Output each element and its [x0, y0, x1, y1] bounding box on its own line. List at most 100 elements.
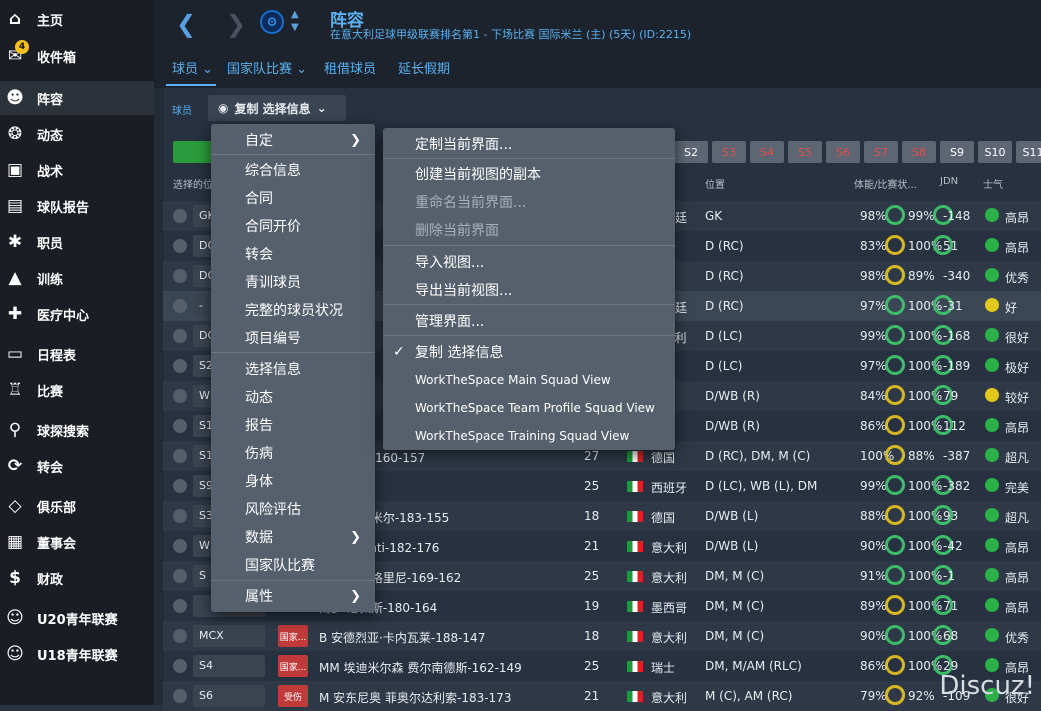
selection-pill[interactable]: S6: [826, 141, 860, 163]
column-header-selected[interactable]: 选择的位: [173, 176, 213, 196]
menu-item[interactable]: 数据 ❯: [211, 523, 375, 551]
menu-item[interactable]: ✓ 复制 选择信息: [383, 338, 675, 366]
table-row[interactable]: S6 受伤 M 安东尼奥 菲奥尔达利索-183-173 21 意大利 M (C), AM …: [163, 681, 1041, 711]
select-checkbox[interactable]: [173, 419, 187, 433]
selection-pill[interactable]: S5: [788, 141, 822, 163]
select-checkbox[interactable]: [173, 299, 187, 313]
select-checkbox[interactable]: [173, 509, 187, 523]
menu-item[interactable]: 国家队比赛: [211, 551, 375, 579]
back-arrow-icon[interactable]: ❮: [176, 10, 196, 38]
menu-item[interactable]: 报告: [211, 411, 375, 439]
home-icon: ⌂: [8, 9, 22, 29]
menu-item[interactable]: 完整的球员状况: [211, 296, 375, 324]
menu-item[interactable]: 重命名当前界面...: [383, 188, 675, 216]
menu-item[interactable]: 管理界面...: [383, 307, 675, 335]
menu-item[interactable]: 导入视图...: [383, 248, 675, 276]
menu-item[interactable]: 自定 ❯: [211, 126, 375, 154]
select-checkbox[interactable]: [173, 689, 187, 703]
position-select[interactable]: S4: [193, 655, 265, 677]
selection-pill[interactable]: S10: [978, 141, 1012, 163]
sidebar-item-u18[interactable]: ☺ U18青年联赛: [0, 637, 154, 671]
forward-arrow-icon[interactable]: ❯: [226, 10, 246, 38]
position-select[interactable]: MCX: [193, 625, 265, 647]
select-checkbox[interactable]: [173, 479, 187, 493]
menu-item[interactable]: WorkTheSpace Team Profile Squad View: [383, 394, 675, 422]
menu-item[interactable]: 动态: [211, 383, 375, 411]
sidebar-item-trophy[interactable]: ♖ 比赛: [0, 373, 154, 407]
tab-international[interactable]: 国家队比赛 ⌄: [227, 58, 307, 77]
select-checkbox[interactable]: [173, 539, 187, 553]
sidebar-item-club[interactable]: ◇ 俱乐部: [0, 489, 154, 523]
menu-item[interactable]: 青训球员: [211, 268, 375, 296]
menu-item[interactable]: 创建当前视图的副本: [383, 160, 675, 188]
chevron-down-icon[interactable]: ▼: [291, 22, 299, 33]
sidebar-item-board[interactable]: ▦ 董事会: [0, 525, 154, 559]
sidebar-item-medical[interactable]: ✚ 医疗中心: [0, 297, 154, 331]
tab-players[interactable]: 球员 ⌄: [172, 58, 213, 77]
select-checkbox[interactable]: [173, 629, 187, 643]
sidebar-item-calendar[interactable]: ▭ 日程表: [0, 337, 154, 371]
selection-pill[interactable]: S9: [940, 141, 974, 163]
fitness-value: 88%: [860, 509, 887, 523]
sidebar-item-training[interactable]: ▲ 训练: [0, 261, 154, 295]
sidebar-item-label: 董事会: [37, 536, 77, 552]
menu-item[interactable]: 项目编号: [211, 324, 375, 352]
sidebar-item-dynamics[interactable]: ❂ 动态: [0, 117, 154, 151]
menu-item[interactable]: 身体: [211, 467, 375, 495]
player-position: DM, M/AM (RLC): [705, 659, 802, 673]
menu-item[interactable]: 合同开价: [211, 212, 375, 240]
menu-item[interactable]: 属性 ❯: [211, 582, 375, 610]
pill-gk[interactable]: [173, 141, 213, 163]
menu-item[interactable]: WorkTheSpace Training Squad View: [383, 422, 675, 450]
menu-item[interactable]: WorkTheSpace Main Squad View: [383, 366, 675, 394]
menu-item[interactable]: 转会: [211, 240, 375, 268]
sidebar-item-inbox[interactable]: ✉ 4 收件箱: [0, 39, 154, 73]
select-checkbox[interactable]: [173, 659, 187, 673]
sidebar-item-staff[interactable]: ✱ 职员: [0, 225, 154, 259]
select-checkbox[interactable]: [173, 329, 187, 343]
sidebar-item-squad[interactable]: ☻ 阵容: [0, 81, 154, 115]
menu-item[interactable]: 删除当前界面: [383, 216, 675, 244]
menu-item[interactable]: 导出当前视图...: [383, 276, 675, 304]
position-select[interactable]: S6: [193, 685, 265, 707]
select-checkbox[interactable]: [173, 449, 187, 463]
menu-item[interactable]: 伤病: [211, 439, 375, 467]
select-checkbox[interactable]: [173, 209, 187, 223]
select-checkbox[interactable]: [173, 269, 187, 283]
sidebar-item-transfer[interactable]: ⟳ 转会: [0, 449, 154, 483]
menu-item[interactable]: 风险评估: [211, 495, 375, 523]
menu-item[interactable]: 定制当前界面...: [383, 130, 675, 158]
selection-pill[interactable]: S3: [712, 141, 746, 163]
menu-item[interactable]: 合同: [211, 184, 375, 212]
select-checkbox[interactable]: [173, 599, 187, 613]
select-checkbox[interactable]: [173, 239, 187, 253]
selection-pill[interactable]: S8: [902, 141, 936, 163]
column-header-jdn[interactable]: JDN: [940, 176, 958, 196]
column-header-position[interactable]: 位置: [705, 176, 725, 196]
tab-extended-leave[interactable]: 延长假期: [398, 58, 450, 77]
select-checkbox[interactable]: [173, 359, 187, 373]
column-header-condition[interactable]: 体能/比赛状...: [854, 176, 917, 196]
sidebar-item-u20[interactable]: ☺ U20青年联赛: [0, 601, 154, 635]
table-row[interactable]: S4 国家... MM 埃迪米尔森 费尔南德斯-162-149 25 瑞士 DM, M/A…: [163, 651, 1041, 681]
chevron-up-icon[interactable]: ▲: [291, 9, 299, 20]
sidebar-item-finance[interactable]: $ 财政: [0, 561, 154, 595]
menu-item[interactable]: 综合信息: [211, 156, 375, 184]
select-checkbox[interactable]: [173, 389, 187, 403]
sidebar-item-home[interactable]: ⌂ 主页: [0, 2, 154, 36]
sidebar-item-search[interactable]: ⚲ 球探搜索: [0, 413, 154, 447]
sidebar-item-report[interactable]: ▤ 球队报告: [0, 189, 154, 223]
menu-item[interactable]: 选择信息: [211, 355, 375, 383]
selection-pill[interactable]: S7: [864, 141, 898, 163]
column-header-morale[interactable]: 士气: [983, 176, 1003, 196]
selection-pill[interactable]: S2: [674, 141, 708, 163]
tab-loans[interactable]: 租借球员: [324, 58, 376, 77]
select-checkbox[interactable]: [173, 569, 187, 583]
morale-value: 完美: [1005, 481, 1030, 495]
view-selector[interactable]: ◉ 复制 选择信息 ⌄: [208, 95, 346, 121]
table-row[interactable]: MCX 国家... B 安德烈亚·卡内瓦莱-188-147 18 意大利 DM, M (C…: [163, 621, 1041, 651]
selection-pill[interactable]: S11: [1016, 141, 1041, 163]
club-logo[interactable]: ⚙: [260, 10, 284, 34]
sidebar-item-tactics[interactable]: ▣ 战术: [0, 153, 154, 187]
selection-pill[interactable]: S4: [750, 141, 784, 163]
